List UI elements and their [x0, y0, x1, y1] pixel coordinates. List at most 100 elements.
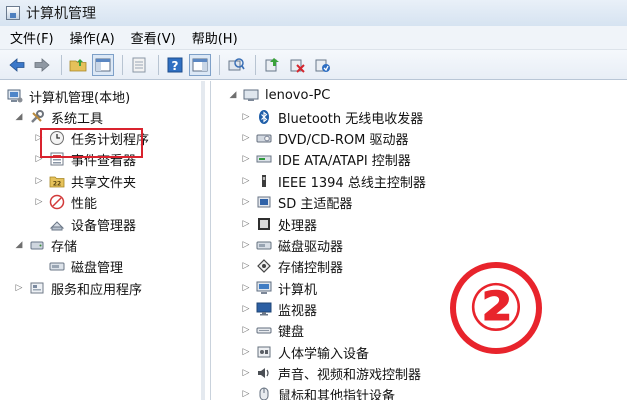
tree-collapsed-icon[interactable]: ▷ — [241, 347, 251, 357]
device-category-storage-controllers[interactable]: ▷ 存储控制器 — [241, 256, 343, 276]
back-arrow-icon[interactable] — [6, 54, 28, 76]
tree-item-system-tools[interactable]: ◢ 系统工具 — [14, 107, 103, 127]
disk-management-icon — [48, 257, 66, 275]
tree-collapsed-icon[interactable]: ▷ — [241, 368, 251, 378]
tree-collapsed-icon[interactable]: ▷ — [241, 261, 251, 271]
menu-bar: 文件(F) 操作(A) 查看(V) 帮助(H) — [0, 26, 627, 50]
scan-hardware-icon[interactable] — [225, 54, 247, 76]
bluetooth-icon — [255, 108, 273, 126]
device-category-bluetooth[interactable]: ▷ Bluetooth 无线电收发器 — [241, 107, 423, 127]
sd-card-icon — [255, 193, 273, 211]
device-category-sound[interactable]: ▷ 声音、视频和游戏控制器 — [241, 363, 421, 383]
storage-icon — [28, 236, 46, 254]
device-category-computer[interactable]: ▷ 计算机 — [241, 278, 317, 298]
tree-collapsed-icon[interactable]: ▷ — [241, 154, 251, 164]
menu-action[interactable]: 操作(A) — [70, 28, 115, 47]
tree-collapsed-icon[interactable]: ▷ — [241, 304, 251, 314]
device-category-mouse[interactable]: ▷ 鼠标和其他指针设备 — [241, 384, 395, 400]
tree-item-root[interactable]: 计算机管理(本地) — [6, 86, 130, 106]
tree-label: 磁盘管理 — [71, 260, 124, 276]
svg-text:22: 22 — [53, 181, 61, 188]
tree-label: 服务和应用程序 — [51, 282, 143, 298]
ide-controller-icon — [255, 150, 273, 168]
tree-collapsed-icon[interactable]: ▷ — [241, 325, 251, 335]
services-icon — [28, 279, 46, 297]
tree-collapsed-icon[interactable]: ▷ — [241, 112, 251, 122]
disk-drive-icon — [255, 236, 273, 254]
device-category-label: 监视器 — [278, 303, 318, 319]
mouse-icon — [255, 385, 273, 400]
tree-expanded-icon[interactable]: ◢ — [14, 112, 24, 122]
tree-expanded-icon[interactable]: ◢ — [14, 240, 24, 250]
toolbar-separator — [255, 54, 256, 75]
monitor-icon — [255, 300, 273, 318]
tree-item-shared-folders[interactable]: ▷ 22 共享文件夹 — [34, 171, 136, 191]
action-pane-icon[interactable] — [189, 53, 211, 76]
tree-collapsed-icon[interactable]: ▷ — [34, 176, 44, 186]
help-icon[interactable]: ? — [164, 54, 186, 76]
system-tools-icon — [28, 108, 46, 126]
forward-arrow-icon[interactable] — [31, 54, 53, 76]
tree-collapsed-icon[interactable]: ▷ — [241, 240, 251, 250]
device-category-ieee1394[interactable]: ▷ IEEE 1394 总线主控制器 — [241, 171, 426, 191]
tree-collapsed-icon[interactable]: ▷ — [14, 283, 24, 293]
menu-help[interactable]: 帮助(H) — [192, 28, 238, 47]
device-category-label: IEEE 1394 总线主控制器 — [278, 175, 426, 191]
device-category-processor[interactable]: ▷ 处理器 — [241, 214, 317, 234]
tree-collapsed-icon[interactable]: ▷ — [241, 176, 251, 186]
properties-page-icon[interactable] — [128, 54, 150, 76]
toolbar-separator — [158, 54, 159, 75]
toolbar-separator — [61, 54, 62, 75]
shared-folder-icon: 22 — [48, 172, 66, 190]
disable-device-icon[interactable] — [286, 54, 308, 76]
tree-collapsed-icon[interactable]: ▷ — [241, 197, 251, 207]
performance-icon — [48, 193, 66, 211]
tree-collapsed-icon[interactable]: ▷ — [241, 133, 251, 143]
menu-view[interactable]: 查看(V) — [131, 28, 176, 47]
up-folder-icon[interactable] — [67, 54, 89, 76]
title-bar: 计算机管理 — [0, 0, 627, 26]
uninstall-device-icon[interactable] — [311, 54, 333, 76]
device-category-label: 键盘 — [278, 324, 305, 340]
tree-item-services-apps[interactable]: ▷ 服务和应用程序 — [14, 278, 142, 298]
device-category-hid[interactable]: ▷ 人体学输入设备 — [241, 342, 369, 362]
tree-collapsed-icon[interactable]: ▷ — [241, 389, 251, 399]
window-title: 计算机管理 — [26, 6, 96, 22]
menu-file[interactable]: 文件(F) — [10, 28, 54, 47]
hid-icon — [255, 343, 273, 361]
keyboard-icon — [255, 321, 273, 339]
computer-management-icon — [6, 6, 20, 20]
tree-collapsed-icon[interactable]: ▷ — [241, 219, 251, 229]
device-category-label: IDE ATA/ATAPI 控制器 — [278, 153, 411, 169]
tree-item-storage[interactable]: ◢ 存储 — [14, 235, 77, 255]
tree-expanded-icon[interactable]: ◢ — [228, 90, 238, 100]
device-category-monitors[interactable]: ▷ 监视器 — [241, 299, 317, 319]
firewire-icon — [255, 172, 273, 190]
tree-item-performance[interactable]: ▷ 性能 — [34, 192, 97, 212]
device-category-keyboards[interactable]: ▷ 键盘 — [241, 320, 304, 340]
device-category-label: 鼠标和其他指针设备 — [278, 388, 396, 400]
device-category-sd[interactable]: ▷ SD 主适配器 — [241, 192, 352, 212]
device-category-disk-drives[interactable]: ▷ 磁盘驱动器 — [241, 235, 343, 255]
update-driver-icon[interactable] — [261, 54, 283, 76]
device-category-ide[interactable]: ▷ IDE ATA/ATAPI 控制器 — [241, 149, 411, 169]
device-category-label: 磁盘驱动器 — [278, 239, 344, 255]
device-category-dvd[interactable]: ▷ DVD/CD-ROM 驱动器 — [241, 128, 409, 148]
device-category-label: 处理器 — [278, 218, 318, 234]
toolbar-separator — [219, 54, 220, 75]
tree-label: 性能 — [71, 196, 98, 212]
tree-item-device-manager[interactable]: 设备管理器 — [48, 214, 136, 234]
storage-controller-icon — [255, 257, 273, 275]
device-root-computer[interactable]: ◢ lenovo-PC — [228, 85, 331, 105]
tree-item-disk-management[interactable]: 磁盘管理 — [48, 256, 123, 276]
tree-collapsed-icon[interactable]: ▷ — [34, 197, 44, 207]
device-category-label: Bluetooth 无线电收发器 — [278, 111, 424, 127]
tree-label: 设备管理器 — [71, 218, 137, 234]
device-manager-icon — [48, 215, 66, 233]
tree-collapsed-icon[interactable]: ▷ — [241, 283, 251, 293]
console-tree-icon[interactable] — [92, 53, 114, 76]
computer-management-icon — [6, 87, 24, 105]
device-category-label: DVD/CD-ROM 驱动器 — [278, 132, 409, 148]
device-category-label: SD 主适配器 — [278, 196, 353, 212]
computer-icon — [242, 86, 260, 104]
